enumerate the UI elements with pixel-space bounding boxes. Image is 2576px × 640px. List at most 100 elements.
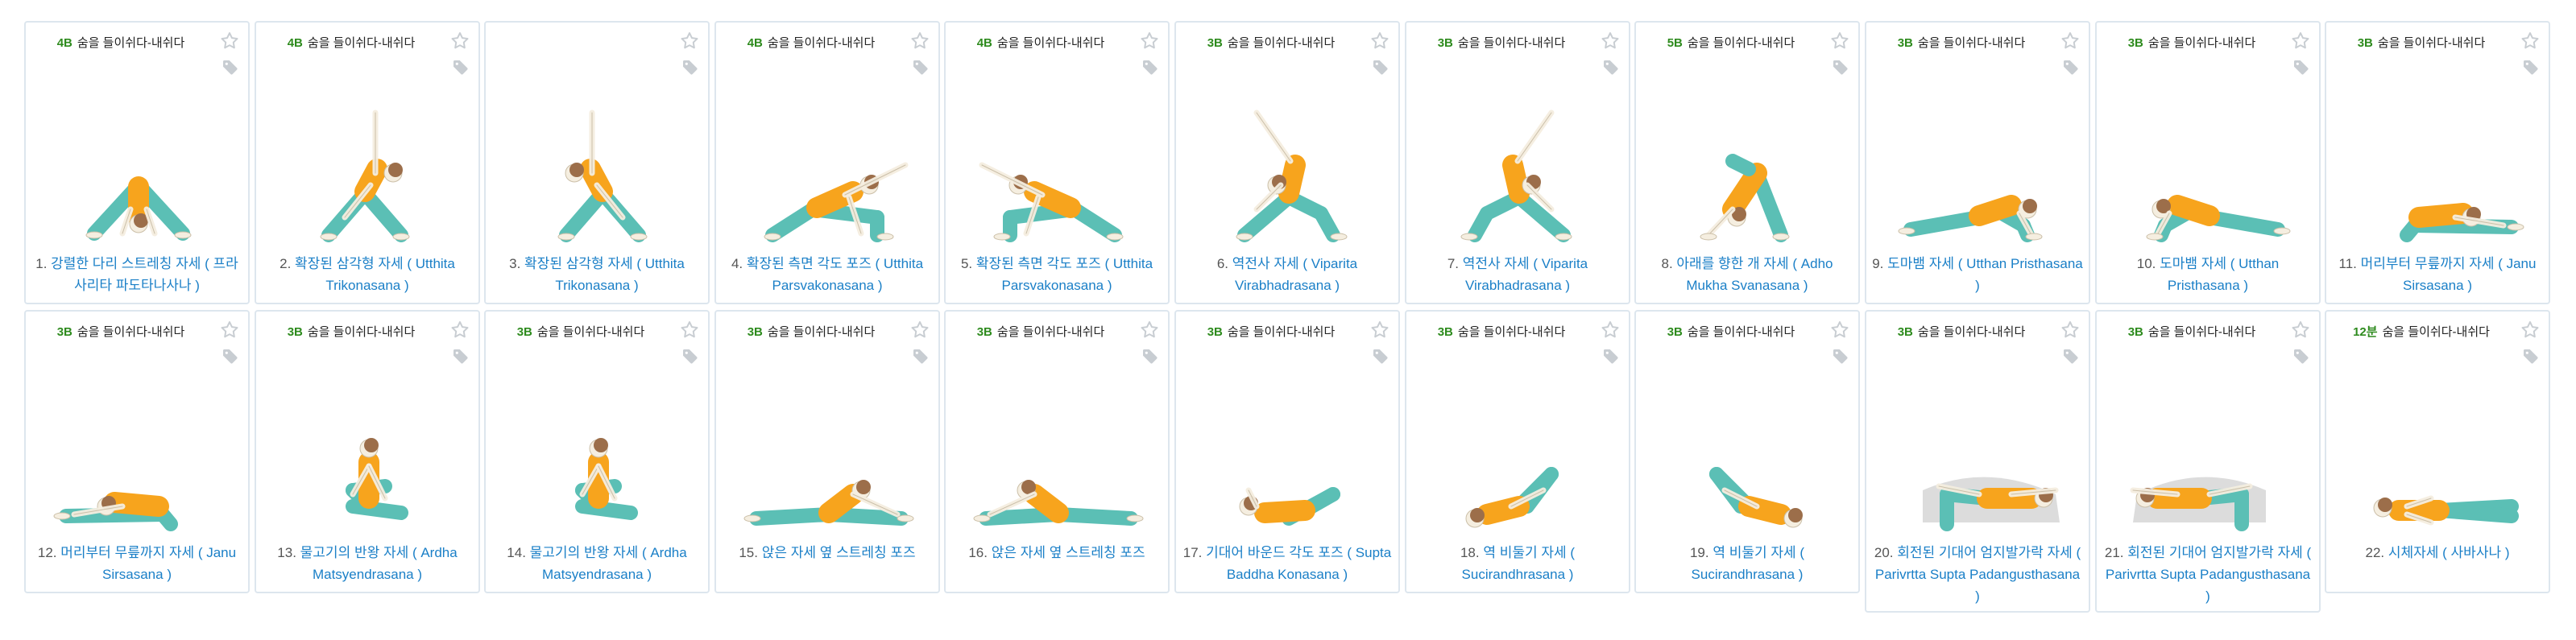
pose-card[interactable]: 4B 숨을 들이쉬다-내쉬다 4. 확장된 측면 각도 포즈 ( Utthita P… bbox=[714, 21, 940, 304]
pose-card[interactable]: 3B 숨을 들이쉬다-내쉬다 12. 머리부터 무릎까지 자세 ( Janu Sir… bbox=[24, 310, 250, 593]
tag-icon[interactable] bbox=[2061, 347, 2081, 366]
pose-title-link[interactable]: 머리부터 무릎까지 자세 ( Janu Sirsasana ) bbox=[2361, 256, 2537, 293]
star-icon[interactable] bbox=[219, 31, 240, 52]
star-icon[interactable] bbox=[449, 320, 470, 341]
pose-caption[interactable]: 20. 회전된 기대어 엄지발가락 자세 ( Parivrtta Supta P… bbox=[1871, 542, 2084, 607]
tag-icon[interactable] bbox=[2521, 58, 2541, 77]
pose-caption[interactable]: 15. 앉은 자세 옆 스트레칭 포즈 bbox=[721, 542, 934, 564]
pose-caption[interactable]: 5. 확장된 측면 각도 포즈 ( Utthita Parsvakonasana… bbox=[950, 253, 1163, 296]
tag-icon[interactable] bbox=[451, 58, 470, 77]
pose-card[interactable]: 3. 확장된 삼각형 자세 ( Utthita Trikonasana ) bbox=[484, 21, 710, 304]
pose-card[interactable]: 3B 숨을 들이쉬다-내쉬다 15. 앉은 자세 옆 스트레칭 포즈 bbox=[714, 310, 940, 593]
pose-title-link[interactable]: 강렬한 다리 스트레칭 자세 ( 프라사리타 파도타나사나 ) bbox=[51, 256, 238, 293]
star-icon[interactable] bbox=[2290, 320, 2311, 341]
tag-icon[interactable] bbox=[2292, 58, 2311, 77]
tag-icon[interactable] bbox=[911, 58, 930, 77]
pose-caption[interactable]: 4. 확장된 측면 각도 포즈 ( Utthita Parsvakonasana… bbox=[721, 253, 934, 296]
pose-caption[interactable]: 16. 앉은 자세 옆 스트레칭 포즈 bbox=[950, 542, 1163, 564]
star-icon[interactable] bbox=[1139, 320, 1160, 341]
star-icon[interactable] bbox=[679, 31, 700, 52]
pose-caption[interactable]: 9. 도마뱀 자세 ( Utthan Pristhasana ) bbox=[1871, 253, 2084, 296]
tag-icon[interactable] bbox=[1371, 58, 1390, 77]
tag-icon[interactable] bbox=[221, 58, 240, 77]
star-icon[interactable] bbox=[2520, 31, 2541, 52]
pose-caption[interactable]: 14. 물고기의 반왕 자세 ( Ardha Matsyendrasana ) bbox=[491, 542, 703, 585]
pose-caption[interactable]: 17. 기대어 바운드 각도 포즈 ( Supta Baddha Konasan… bbox=[1181, 542, 1394, 585]
star-icon[interactable] bbox=[1369, 320, 1390, 341]
star-icon[interactable] bbox=[1829, 320, 1850, 341]
pose-card[interactable]: 4B 숨을 들이쉬다-내쉬다 5. 확장된 측면 각도 포즈 ( Utthita P… bbox=[944, 21, 1170, 304]
pose-card[interactable]: 3B 숨을 들이쉬다-내쉬다 7. 역전사 자세 ( Viparita Virabh… bbox=[1405, 21, 1630, 304]
tag-icon[interactable] bbox=[2061, 58, 2081, 77]
pose-caption[interactable]: 3. 확장된 삼각형 자세 ( Utthita Trikonasana ) bbox=[491, 253, 703, 296]
tag-icon[interactable] bbox=[911, 347, 930, 366]
pose-caption[interactable]: 11. 머리부터 무릎까지 자세 ( Janu Sirsasana ) bbox=[2331, 253, 2544, 296]
star-icon[interactable] bbox=[909, 31, 930, 52]
pose-caption[interactable]: 22. 시체자세 ( 사바사나 ) bbox=[2331, 542, 2544, 564]
pose-card[interactable]: 3B 숨을 들이쉬다-내쉬다 13. 물고기의 반왕 자세 ( Ardha Mats… bbox=[255, 310, 480, 593]
star-icon[interactable] bbox=[1600, 320, 1621, 341]
tag-icon[interactable] bbox=[1141, 347, 1160, 366]
tag-icon[interactable] bbox=[1371, 347, 1390, 366]
pose-title-link[interactable]: 회전된 기대어 엄지발가락 자세 ( Parivrtta Supta Padan… bbox=[1875, 545, 2081, 604]
star-icon[interactable] bbox=[679, 320, 700, 341]
star-icon[interactable] bbox=[2060, 31, 2081, 52]
pose-title-link[interactable]: 물고기의 반왕 자세 ( Ardha Matsyendrasana ) bbox=[530, 545, 687, 582]
pose-title-link[interactable]: 아래를 향한 개 자세 ( Adho Mukha Svanasana ) bbox=[1676, 256, 1833, 293]
star-icon[interactable] bbox=[909, 320, 930, 341]
pose-caption[interactable]: 1. 강렬한 다리 스트레칭 자세 ( 프라사리타 파도타나사나 ) bbox=[31, 253, 243, 296]
pose-title-link[interactable]: 도마뱀 자세 ( Utthan Pristhasana ) bbox=[2160, 256, 2279, 293]
pose-card[interactable]: 3B 숨을 들이쉬다-내쉬다 18. 역 비둘기 자세 ( Sucirandhras… bbox=[1405, 310, 1630, 593]
tag-icon[interactable] bbox=[681, 347, 700, 366]
pose-card[interactable]: 3B 숨을 들이쉬다-내쉬다 9. 도마뱀 자세 ( Utthan Pristhas… bbox=[1865, 21, 2090, 304]
pose-caption[interactable]: 7. 역전사 자세 ( Viparita Virabhadrasana ) bbox=[1411, 253, 1624, 296]
tag-icon[interactable] bbox=[1601, 58, 1621, 77]
star-icon[interactable] bbox=[1600, 31, 1621, 52]
tag-icon[interactable] bbox=[2292, 347, 2311, 366]
pose-caption[interactable]: 6. 역전사 자세 ( Viparita Virabhadrasana ) bbox=[1181, 253, 1394, 296]
star-icon[interactable] bbox=[219, 320, 240, 341]
pose-card[interactable]: 5B 숨을 들이쉬다-내쉬다 8. 아래를 향한 개 자세 ( Adho Mukha… bbox=[1634, 21, 1860, 304]
tag-icon[interactable] bbox=[1601, 347, 1621, 366]
star-icon[interactable] bbox=[2060, 320, 2081, 341]
pose-caption[interactable]: 12. 머리부터 무릎까지 자세 ( Janu Sirsasana ) bbox=[31, 542, 243, 585]
pose-caption[interactable]: 2. 확장된 삼각형 자세 ( Utthita Trikonasana ) bbox=[261, 253, 474, 296]
pose-caption[interactable]: 19. 역 비둘기 자세 ( Sucirandhrasana ) bbox=[1641, 542, 1853, 585]
pose-card[interactable]: 3B 숨을 들이쉬다-내쉬다 6. 역전사 자세 ( Viparita Virabh… bbox=[1174, 21, 1400, 304]
star-icon[interactable] bbox=[2520, 320, 2541, 341]
pose-title-link[interactable]: 머리부터 무릎까지 자세 ( Janu Sirsasana ) bbox=[60, 545, 236, 582]
pose-title-link[interactable]: 앉은 자세 옆 스트레칭 포즈 bbox=[762, 545, 916, 560]
pose-title-link[interactable]: 기대어 바운드 각도 포즈 ( Supta Baddha Konasana ) bbox=[1206, 545, 1391, 582]
pose-caption[interactable]: 18. 역 비둘기 자세 ( Sucirandhrasana ) bbox=[1411, 542, 1624, 585]
tag-icon[interactable] bbox=[451, 347, 470, 366]
pose-title-link[interactable]: 확장된 측면 각도 포즈 ( Utthita Parsvakonasana ) bbox=[747, 256, 923, 293]
pose-title-link[interactable]: 회전된 기대어 엄지발가락 자세 ( Parivrtta Supta Padan… bbox=[2106, 545, 2311, 604]
star-icon[interactable] bbox=[2290, 31, 2311, 52]
pose-title-link[interactable]: 확장된 측면 각도 포즈 ( Utthita Parsvakonasana ) bbox=[976, 256, 1153, 293]
pose-card[interactable]: 3B 숨을 들이쉬다-내쉬다 14. 물고기의 반왕 자세 ( Ardha Mats… bbox=[484, 310, 710, 593]
pose-card[interactable]: 12분 숨을 들이쉬다-내쉬다 22. 시체자세 ( 사바사나 ) bbox=[2325, 310, 2550, 593]
pose-caption[interactable]: 21. 회전된 기대어 엄지발가락 자세 ( Parivrtta Supta P… bbox=[2102, 542, 2314, 607]
pose-card[interactable]: 3B 숨을 들이쉬다-내쉬다 21. 회전된 기대어 엄지발가락 자세 ( Pari… bbox=[2095, 310, 2321, 613]
pose-title-link[interactable]: 앉은 자세 옆 스트레칭 포즈 bbox=[992, 545, 1145, 560]
pose-card[interactable]: 4B 숨을 들이쉬다-내쉬다 2. 확장된 삼각형 자세 ( Utthita Tri… bbox=[255, 21, 480, 304]
tag-icon[interactable] bbox=[1831, 347, 1850, 366]
pose-caption[interactable]: 13. 물고기의 반왕 자세 ( Ardha Matsyendrasana ) bbox=[261, 542, 474, 585]
star-icon[interactable] bbox=[449, 31, 470, 52]
pose-card[interactable]: 3B 숨을 들이쉬다-내쉬다 20. 회전된 기대어 엄지발가락 자세 ( Pari… bbox=[1865, 310, 2090, 613]
pose-title-link[interactable]: 물고기의 반왕 자세 ( Ardha Matsyendrasana ) bbox=[300, 545, 458, 582]
pose-caption[interactable]: 10. 도마뱀 자세 ( Utthan Pristhasana ) bbox=[2102, 253, 2314, 296]
pose-caption[interactable]: 8. 아래를 향한 개 자세 ( Adho Mukha Svanasana ) bbox=[1641, 253, 1853, 296]
pose-card[interactable]: 3B 숨을 들이쉬다-내쉬다 19. 역 비둘기 자세 ( Sucirandhras… bbox=[1634, 310, 1860, 593]
pose-card[interactable]: 3B 숨을 들이쉬다-내쉬다 11. 머리부터 무릎까지 자세 ( Janu Sir… bbox=[2325, 21, 2550, 304]
star-icon[interactable] bbox=[1369, 31, 1390, 52]
star-icon[interactable] bbox=[1829, 31, 1850, 52]
pose-title-link[interactable]: 확장된 삼각형 자세 ( Utthita Trikonasana ) bbox=[524, 256, 685, 293]
star-icon[interactable] bbox=[1139, 31, 1160, 52]
pose-title-link[interactable]: 확장된 삼각형 자세 ( Utthita Trikonasana ) bbox=[295, 256, 455, 293]
pose-card[interactable]: 3B 숨을 들이쉬다-내쉬다 16. 앉은 자세 옆 스트레칭 포즈 bbox=[944, 310, 1170, 593]
pose-title-link[interactable]: 시체자세 ( 사바사나 ) bbox=[2388, 545, 2510, 560]
pose-title-link[interactable]: 역전사 자세 ( Viparita Virabhadrasana ) bbox=[1232, 256, 1357, 293]
pose-card[interactable]: 3B 숨을 들이쉬다-내쉬다 17. 기대어 바운드 각도 포즈 ( Supta B… bbox=[1174, 310, 1400, 593]
pose-card[interactable]: 3B 숨을 들이쉬다-내쉬다 10. 도마뱀 자세 ( Utthan Pristha… bbox=[2095, 21, 2321, 304]
